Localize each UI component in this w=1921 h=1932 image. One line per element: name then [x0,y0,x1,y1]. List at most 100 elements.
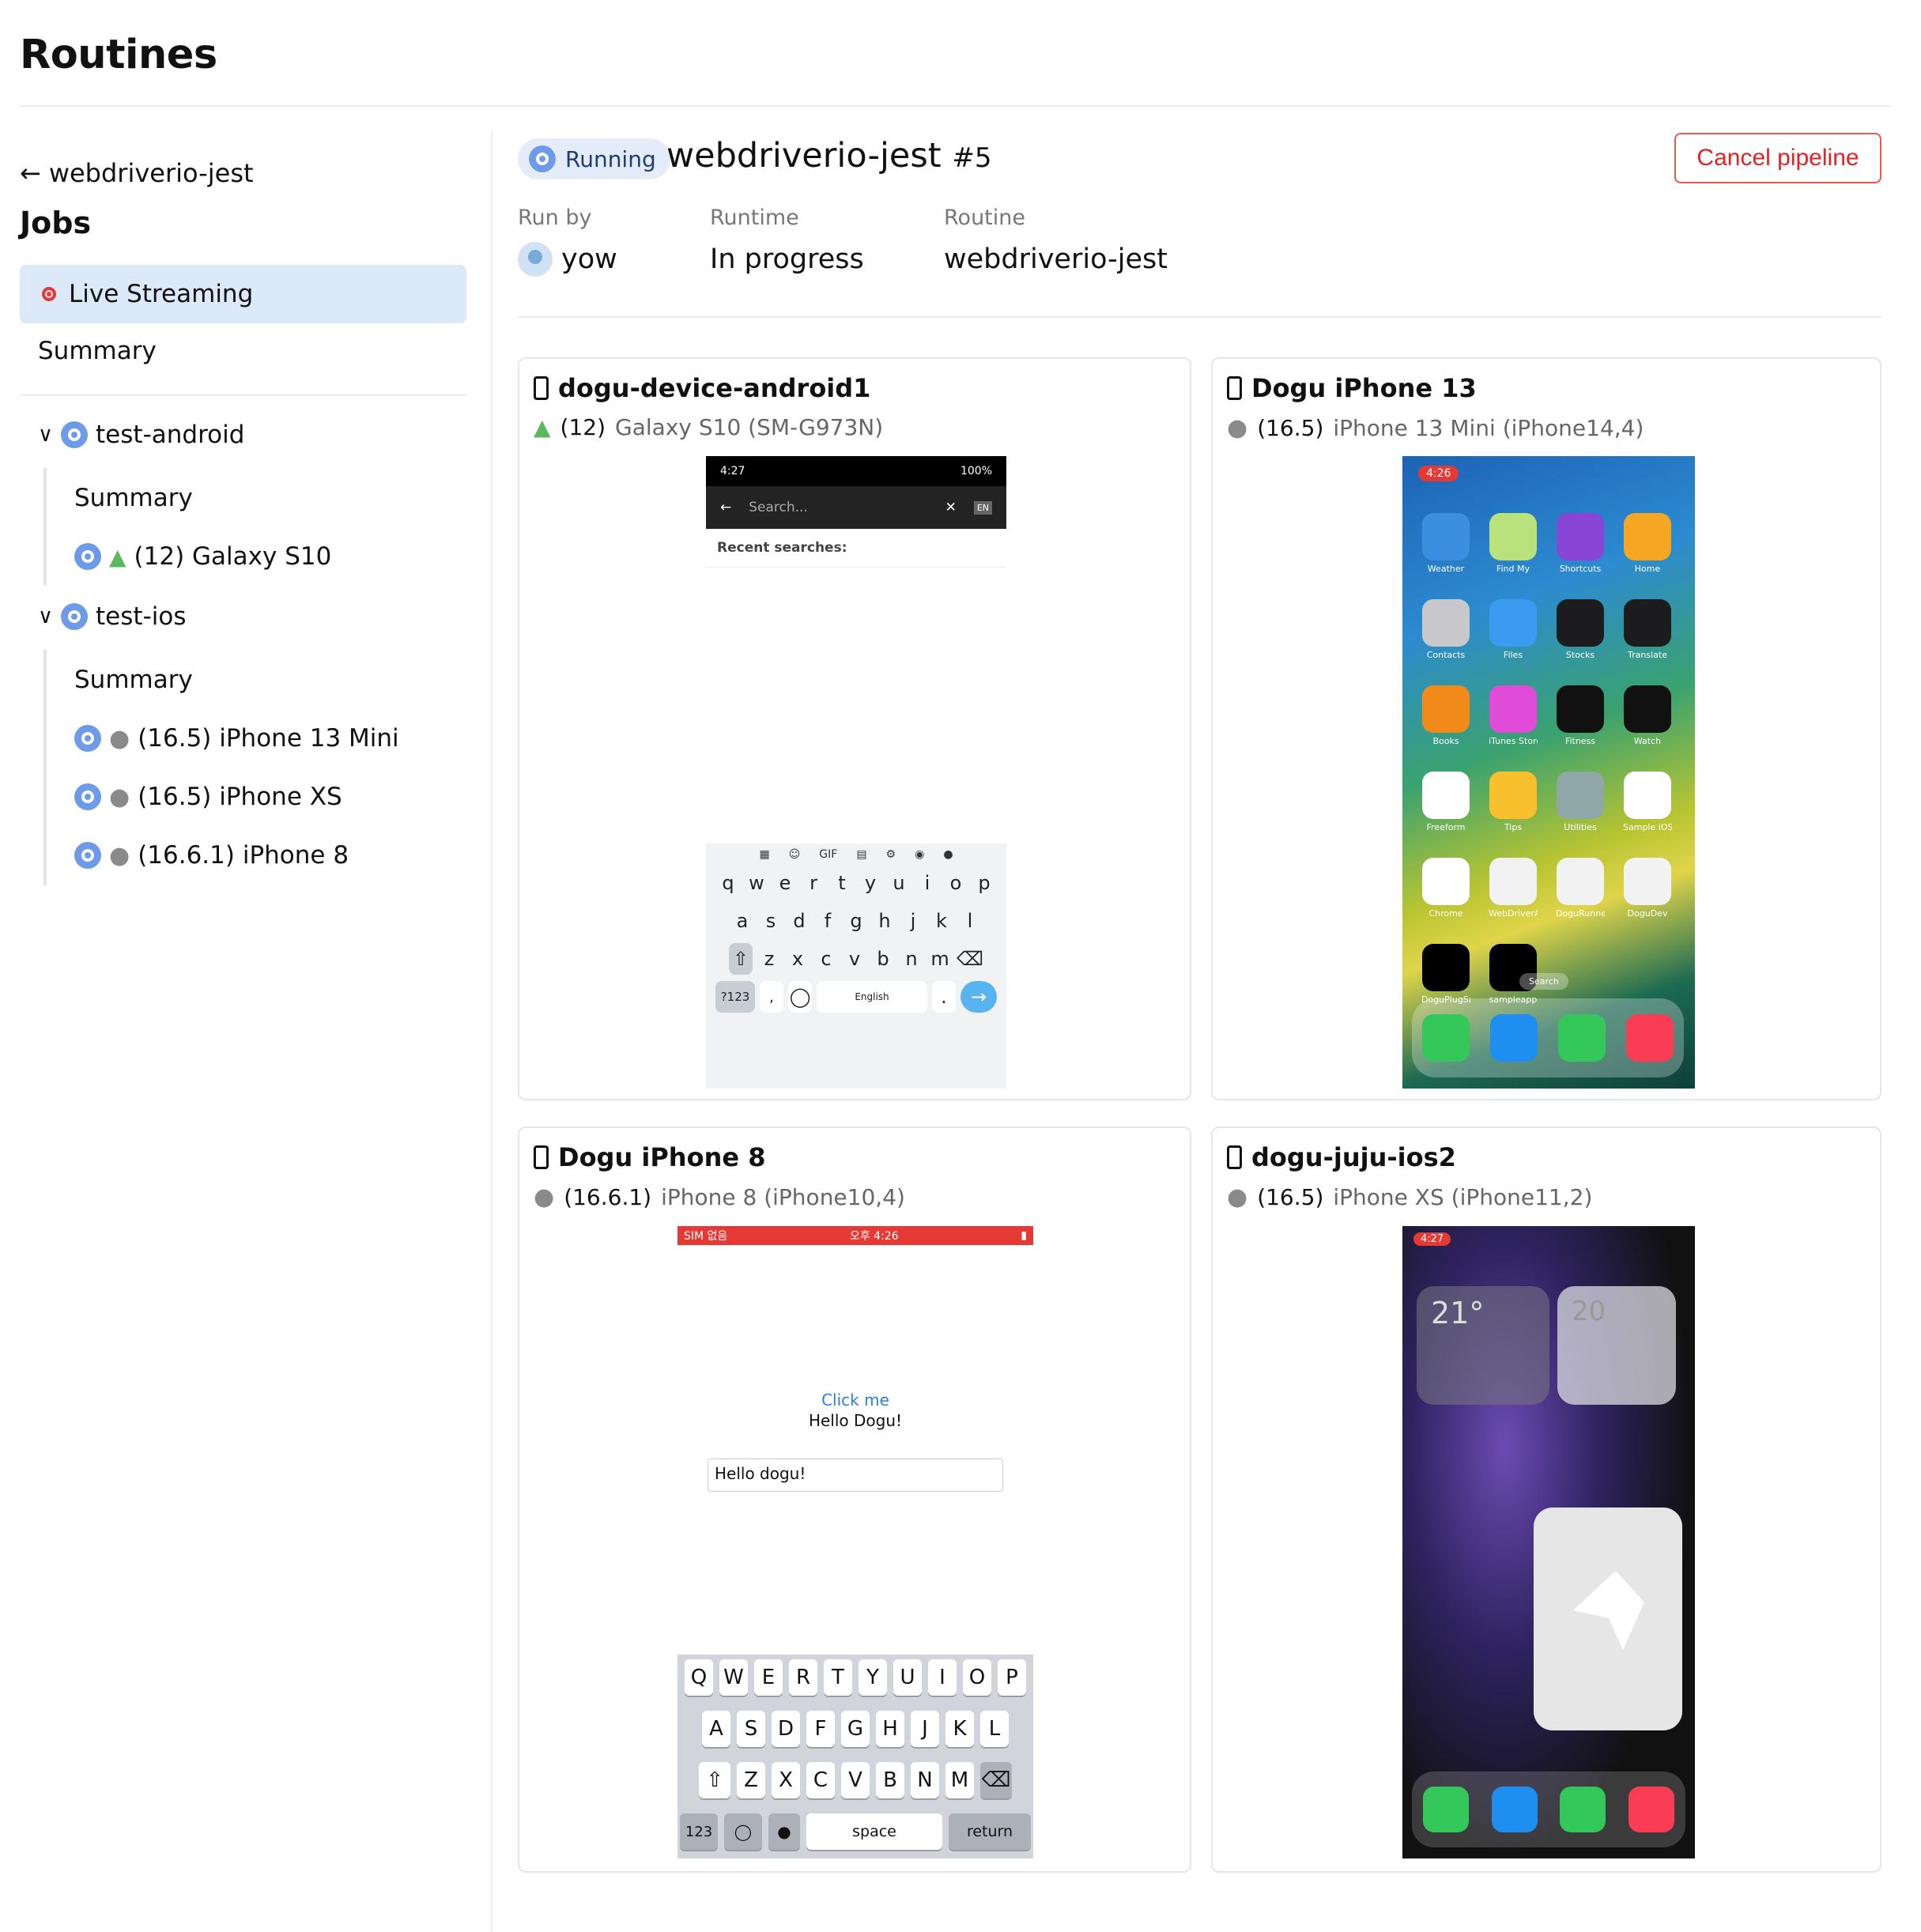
key[interactable]: J [911,1711,939,1747]
app-switcher-card[interactable] [1534,1507,1682,1730]
key[interactable]: c [814,943,838,975]
safari-app-icon[interactable] [1491,1787,1538,1832]
key[interactable]: o [944,867,968,899]
mic-icon[interactable]: ● [768,1813,800,1850]
key[interactable]: j [901,905,925,937]
key[interactable]: f [816,905,840,937]
key[interactable]: e [773,867,797,899]
key[interactable]: E [754,1659,783,1696]
comma-key[interactable]: , [760,981,783,1013]
cancel-pipeline-button[interactable]: Cancel pipeline [1674,133,1881,183]
app-icon[interactable]: Freeform [1421,772,1470,832]
key[interactable]: C [806,1762,835,1798]
app-icon[interactable]: Books [1421,685,1470,746]
key[interactable]: W [719,1659,748,1696]
app-icon[interactable]: Chrome [1421,858,1470,919]
app-icon[interactable]: Fitness [1556,685,1605,746]
key[interactable]: m [928,943,952,975]
key[interactable]: x [786,943,810,975]
key[interactable]: u [887,867,911,899]
key[interactable]: S [737,1711,765,1747]
app-icon[interactable]: Find My [1489,513,1538,574]
key[interactable]: a [730,905,754,937]
app-icon[interactable]: Watch [1623,685,1672,746]
sidebar-item-iphone-8[interactable]: ● (16.6.1) iPhone 8 [74,841,349,870]
key[interactable]: H [876,1711,904,1747]
app-icon[interactable]: Weather [1421,513,1470,574]
key[interactable]: Z [737,1762,765,1798]
key[interactable]: q [716,867,740,899]
app-icon[interactable]: DoguPlugSample [1421,944,1470,1005]
sidebar-group-test-ios[interactable]: ∨ test-ios [38,602,186,631]
shift-key[interactable]: ⇧ [729,943,753,975]
key[interactable]: r [802,867,825,899]
calendar-widget[interactable]: 20 [1557,1286,1676,1405]
iphonexs-screen-stream[interactable]: 4:27 21° 20 [1402,1226,1695,1858]
key[interactable]: Q [685,1659,713,1696]
sidebar-item-galaxy-s10[interactable]: ▲ (12) Galaxy S10 [74,542,331,571]
app-icon[interactable]: DoguRunner-R... [1556,858,1605,919]
sidebar-item-android-summary[interactable]: Summary [74,484,193,512]
key[interactable]: h [873,905,896,937]
key[interactable]: A [702,1711,730,1747]
key[interactable]: T [824,1659,852,1696]
sidebar-item-live-streaming[interactable]: Live Streaming [20,265,466,323]
messages-app-icon[interactable] [1558,1014,1606,1062]
key[interactable]: g [844,905,868,937]
period-key[interactable]: . [932,981,956,1013]
key[interactable]: V [841,1762,870,1798]
key[interactable]: I [928,1659,957,1696]
key[interactable]: Y [859,1659,887,1696]
globe-icon[interactable]: ◯ [724,1813,762,1850]
return-key[interactable]: return [949,1813,1031,1850]
app-icon[interactable]: WebDriverAge... [1489,858,1538,919]
key[interactable]: M [945,1762,974,1798]
android-keyboard[interactable]: ▦ ☺ GIF ▤ ⚙ ◉ ● q w e r t y u i o p a s d f g h j k l ⇧ z x c v b n m ⌫ ?… [706,843,1006,1089]
android-search-bar[interactable]: ← Search... ✕ EN [706,486,1006,529]
key[interactable]: p [972,867,996,899]
key[interactable]: G [841,1711,870,1747]
key[interactable]: i [915,867,939,899]
key[interactable]: l [958,905,982,937]
app-icon[interactable]: Sample iOS [1623,772,1672,832]
app-icon[interactable]: Shortcuts [1556,513,1605,574]
numbers-key[interactable]: 123 [680,1813,718,1850]
key[interactable]: X [772,1762,800,1798]
space-key[interactable]: English [817,981,927,1013]
key[interactable]: R [789,1659,817,1696]
key[interactable]: D [772,1711,800,1747]
sidebar-item-iphone-13-mini[interactable]: ● (16.5) iPhone 13 Mini [74,724,399,753]
app-icon[interactable]: Utilities [1556,772,1605,832]
key[interactable]: P [998,1659,1026,1696]
key[interactable]: z [757,943,781,975]
key[interactable]: F [806,1711,835,1747]
iphone8-screen-stream[interactable]: SIM 없음 오후 4:26 ▮ Click me Hello Dogu! Hell… [677,1226,1033,1858]
key[interactable]: t [830,867,854,899]
app-icon[interactable]: DoguDev [1623,858,1672,919]
sidebar-item-iphone-xs[interactable]: ● (16.5) iPhone XS [74,783,342,811]
music-app-icon[interactable] [1626,1014,1674,1062]
key[interactable]: y [859,867,882,899]
key[interactable]: N [911,1762,939,1798]
app-icon[interactable]: Home [1623,513,1672,574]
backspace-key[interactable]: ⌫ [957,943,983,975]
messages-app-icon[interactable] [1560,1787,1606,1832]
app-icon[interactable]: Files [1489,599,1538,660]
symbols-key[interactable]: ?123 [715,981,755,1013]
globe-icon[interactable]: ◯ [788,981,812,1013]
sidebar-item-summary[interactable]: Summary [38,337,157,365]
music-app-icon[interactable] [1628,1787,1674,1832]
key[interactable]: O [963,1659,991,1696]
weather-widget[interactable]: 21° [1417,1286,1549,1405]
shift-key[interactable]: ⇧ [699,1762,730,1798]
space-key[interactable]: space [806,1813,942,1850]
key[interactable]: L [980,1711,1009,1747]
sidebar-group-test-android[interactable]: ∨ test-android [38,421,244,449]
enter-key[interactable]: → [960,981,997,1013]
iphone13-screen-stream[interactable]: 4:26 Weather Find My Shortcuts Home Contacts… [1402,456,1695,1089]
ios-keyboard[interactable]: Q W E R T Y U I O P A S D F G H J K L ⇧ Z X C V B N M ⌫ 123 ◯ ● spa… [677,1655,1033,1858]
click-me-link[interactable]: Click me [677,1391,1033,1409]
app-icon[interactable]: iTunes Store [1489,685,1538,746]
phone-app-icon[interactable] [1423,1787,1470,1832]
app-icon[interactable]: Contacts [1421,599,1470,660]
